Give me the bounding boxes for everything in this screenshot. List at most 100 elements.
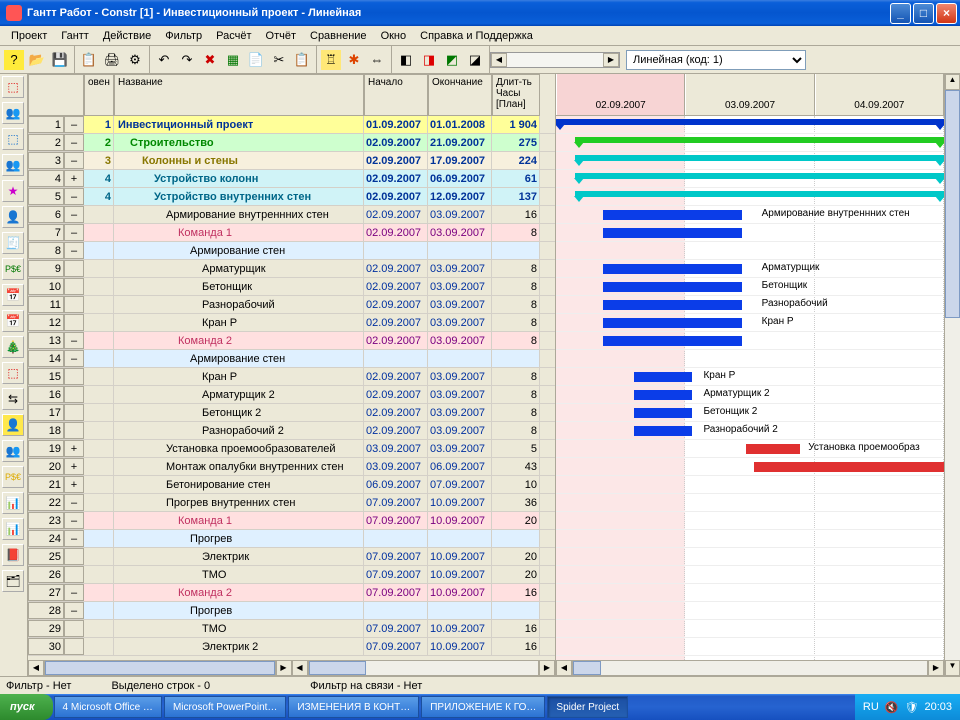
gantt-vscroll[interactable]: ▲▼ [944,74,960,676]
col-num[interactable] [28,74,84,116]
side-btn-3[interactable]: ⬚ [2,128,24,150]
clock[interactable]: 20:03 [924,701,952,713]
menu-Фильтр[interactable]: Фильтр [158,28,209,44]
resource-button[interactable]: ✱ [344,50,364,70]
tray-icon[interactable]: 🛡 [905,701,919,714]
gantt-bar[interactable] [603,210,743,220]
table-row[interactable]: 14–Армирование стен [28,350,555,368]
gantt-row[interactable] [556,242,944,260]
taskbar-task[interactable]: Spider Project [547,696,628,718]
side-btn-8[interactable]: P$€ [2,258,24,280]
doc-button[interactable]: 📄 [246,50,266,70]
table-row[interactable]: 11Разнорабочий02.09.200703.09.20078 [28,296,555,314]
timeline-day[interactable]: 04.09.2007 [815,74,944,115]
excel-button[interactable]: ▦ [223,50,243,70]
delete-button[interactable]: ✖ [200,50,220,70]
table-row[interactable]: 21+Бетонирование стен06.09.200707.09.200… [28,476,555,494]
gantt-bar[interactable] [575,155,944,161]
save-button[interactable]: 💾 [50,50,70,70]
start-button[interactable]: пуск [0,694,53,720]
gantt-row[interactable] [556,566,944,584]
print-button[interactable]: 🖨 [102,50,122,70]
menu-Сравнение[interactable]: Сравнение [303,28,374,44]
table-row[interactable]: 22–Прогрев внутренних стен07.09.200710.0… [28,494,555,512]
side-btn-5[interactable]: ★ [2,180,24,202]
table-row[interactable]: 17Бетонщик 202.09.200703.09.20078 [28,404,555,422]
table-row[interactable]: 19+Установка проемообразователей03.09.20… [28,440,555,458]
toolbar-scroll[interactable]: ◀▶ [490,52,620,68]
language-indicator[interactable]: RU [863,701,879,713]
report-button[interactable]: ◪ [465,50,485,70]
menu-Справка и Поддержка[interactable]: Справка и Поддержка [413,28,540,44]
help-button[interactable]: ? [4,50,24,70]
gantt-bar[interactable] [603,336,743,346]
table-row[interactable]: 3–3Колонны и стены02.09.200717.09.200722… [28,152,555,170]
col-end[interactable]: Окончание [428,74,492,116]
tray-icon[interactable]: 🔇 [885,701,899,714]
side-btn-11[interactable]: 🎄 [2,336,24,358]
side-btn-4[interactable]: 👥 [2,154,24,176]
gantt-row[interactable] [556,584,944,602]
col-dur[interactable]: Длит-ть Часы [План] [492,74,540,116]
gantt-row[interactable]: Арматурщик 2 [556,386,944,404]
gantt-row[interactable] [556,602,944,620]
gantt-row[interactable]: Установка проемообраз [556,440,944,458]
menu-Проект[interactable]: Проект [4,28,54,44]
gantt-bar[interactable] [634,408,692,418]
table-row[interactable]: 24–Прогрев [28,530,555,548]
gantt-hscroll[interactable]: ◀▶ [556,660,944,676]
menu-Отчёт[interactable]: Отчёт [259,28,303,44]
menu-Гантт[interactable]: Гантт [54,28,96,44]
gantt-bar[interactable] [603,282,743,292]
table-row[interactable]: 13–Команда 202.09.200703.09.20078 [28,332,555,350]
scale-select[interactable]: Линейная (код: 1) [626,50,806,70]
table-row[interactable]: 5–4Устройство внутренних стен02.09.20071… [28,188,555,206]
gantt-row[interactable] [556,116,944,134]
taskbar-task[interactable]: ПРИЛОЖЕНИЕ К ГО… [421,696,545,718]
side-btn-13[interactable]: ⇆ [2,388,24,410]
gantt-bar[interactable] [556,119,944,125]
gantt-row[interactable] [556,350,944,368]
undo-button[interactable]: ↶ [154,50,174,70]
gantt-row[interactable]: Бетонщик [556,278,944,296]
maximize-button[interactable]: □ [913,3,934,24]
gantt-row[interactable] [556,224,944,242]
gantt-row[interactable] [556,188,944,206]
side-btn-14[interactable]: 👤 [2,414,24,436]
gantt-bar[interactable] [754,462,944,472]
table-row[interactable]: 4+4Устройство колонн02.09.200706.09.2007… [28,170,555,188]
gantt-bar[interactable] [634,372,692,382]
side-btn-19[interactable]: 📕 [2,544,24,566]
gantt-bar[interactable] [603,228,743,238]
settings-button[interactable]: ⚙ [125,50,145,70]
gantt-row[interactable] [556,476,944,494]
col-name[interactable]: Название [114,74,364,116]
taskbar-task[interactable]: ИЗМЕНЕНИЯ В КОНТ… [288,696,419,718]
filter2-button[interactable]: ◨ [419,50,439,70]
gantt-row[interactable]: Арматурщик [556,260,944,278]
table-row[interactable]: 28–Прогрев [28,602,555,620]
gantt-row[interactable] [556,152,944,170]
paste-button[interactable]: 📋 [292,50,312,70]
side-btn-2[interactable]: 👥 [2,102,24,124]
gantt-row[interactable]: Разнорабочий [556,296,944,314]
table-row[interactable]: 27–Команда 207.09.200710.09.200716 [28,584,555,602]
table-row[interactable]: 25Электрик07.09.200710.09.200720 [28,548,555,566]
table-row[interactable]: 12Кран Р02.09.200703.09.20078 [28,314,555,332]
side-btn-1[interactable]: ⬚ [2,76,24,98]
table-row[interactable]: 1–1Инвестиционный проект01.09.200701.01.… [28,116,555,134]
table-row[interactable]: 23–Команда 107.09.200710.09.200720 [28,512,555,530]
col-start[interactable]: Начало [364,74,428,116]
gantt-bar[interactable] [575,137,944,143]
gantt-row[interactable] [556,134,944,152]
gantt-row[interactable] [556,458,944,476]
redo-button[interactable]: ↷ [177,50,197,70]
col-level[interactable]: овен [84,74,114,116]
gantt-bar[interactable] [634,426,692,436]
gantt-row[interactable]: Бетонщик 2 [556,404,944,422]
side-btn-15[interactable]: 👥 [2,440,24,462]
table-row[interactable]: 2–2Строительство02.09.200721.09.2007275 [28,134,555,152]
menu-Расчёт[interactable]: Расчёт [209,28,258,44]
side-btn-12[interactable]: ⬚ [2,362,24,384]
side-btn-17[interactable]: 📊 [2,492,24,514]
